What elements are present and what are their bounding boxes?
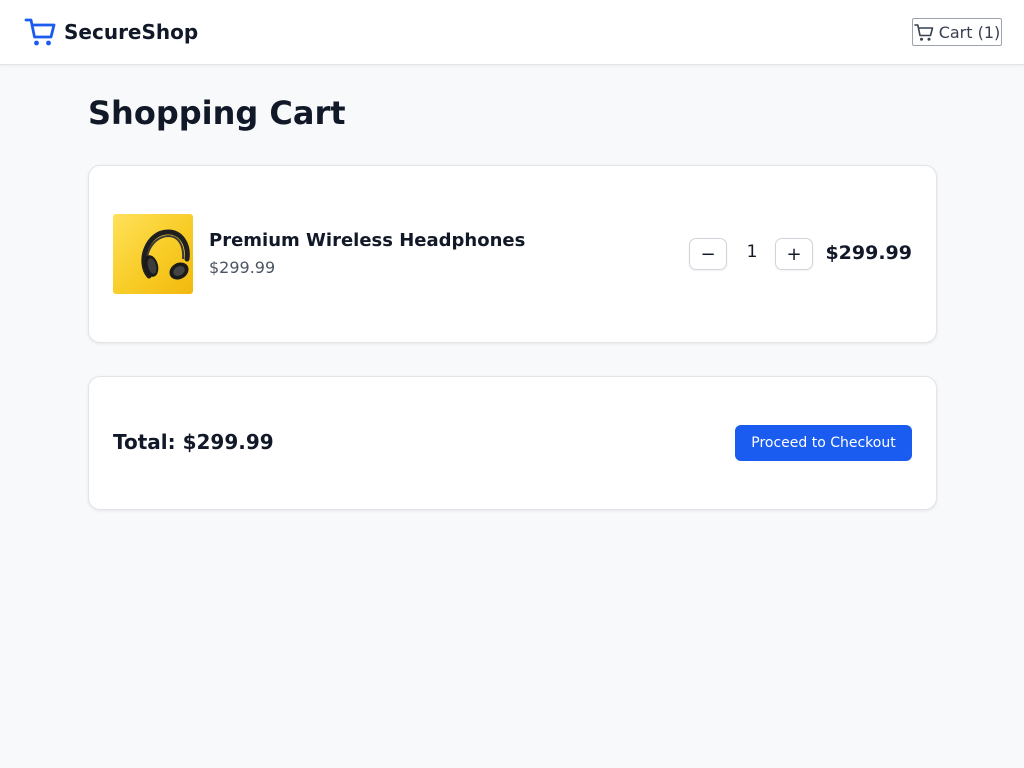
brand-name: SecureShop <box>64 20 199 44</box>
cart-button-label: Cart (1) <box>938 22 1001 42</box>
decrease-quantity-button[interactable]: − <box>689 238 727 270</box>
order-total: Total: $299.99 <box>113 430 274 454</box>
top-navigation-bar: SecureShop Cart (1) <box>0 0 1024 65</box>
product-unit-price: $299.99 <box>209 258 276 277</box>
plus-icon: + <box>786 243 802 265</box>
product-image <box>113 214 193 294</box>
quantity-value: 1 <box>746 242 758 262</box>
cart-icon <box>913 23 939 42</box>
cart-item-card: Premium Wireless Headphones $299.99 − 1 … <box>88 165 937 343</box>
line-total: $299.99 <box>825 242 912 264</box>
proceed-to-checkout-button[interactable]: Proceed to Checkout <box>735 425 912 461</box>
page-title: Shopping Cart <box>88 94 346 132</box>
product-name[interactable]: Premium Wireless Headphones <box>209 230 525 251</box>
cart-button[interactable]: Cart (1) <box>912 18 1002 46</box>
order-summary-card: Total: $299.99 Proceed to Checkout <box>88 376 937 510</box>
brand[interactable]: SecureShop <box>24 16 198 48</box>
cart-icon <box>24 16 56 48</box>
minus-icon: − <box>700 243 716 265</box>
increase-quantity-button[interactable]: + <box>775 238 813 270</box>
